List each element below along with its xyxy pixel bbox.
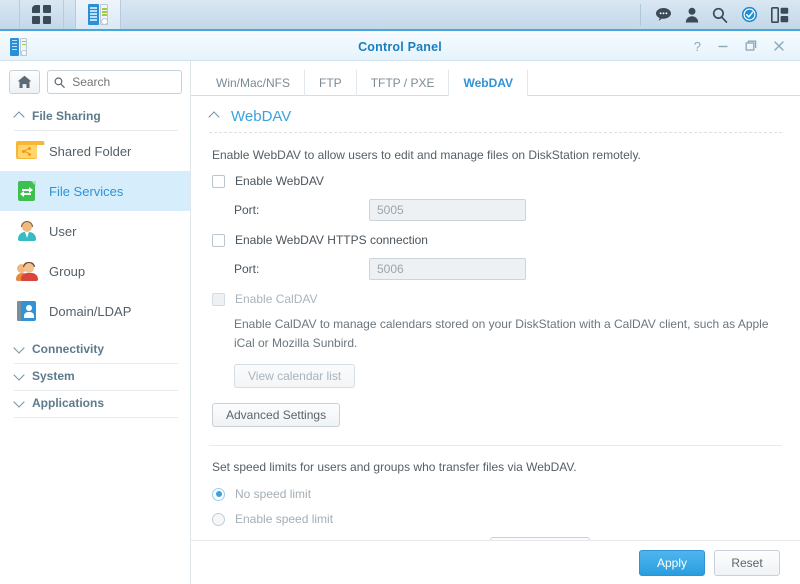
sidebar-item-label: User [49,223,77,239]
group-icon [16,260,38,282]
search-input[interactable] [70,74,175,90]
sidebar-group-applications[interactable]: Applications [14,391,178,418]
webdav-port-row: Port: [209,199,782,221]
view-calendar-list-button[interactable]: View calendar list [234,364,356,389]
enable-webdav-https-label: Enable WebDAV HTTPS connection [235,233,428,247]
sidebar-item-shared-folder[interactable]: Shared Folder [0,131,190,171]
sidebar-item-label: Domain/LDAP [49,303,132,319]
tab-webdav[interactable]: WebDAV [449,70,529,97]
minimize-button[interactable] [717,40,729,54]
sidebar-item-user[interactable]: User [0,211,190,251]
webdav-https-port-label: Port: [234,262,260,276]
window-titlebar[interactable]: Control Panel ? [0,33,800,61]
user-icon [16,220,38,242]
notifications-icon[interactable] [655,7,672,23]
support-icon[interactable] [741,6,758,23]
maximize-button[interactable] [745,40,757,54]
widgets-icon[interactable] [771,6,789,23]
tab-ftp[interactable]: FTP [305,70,357,96]
window-controls: ? [694,40,800,54]
sidebar-item-file-services[interactable]: File Services [0,171,190,211]
sidebar-group-label: System [32,368,75,383]
chevron-up-icon [209,110,222,123]
caldav-hint: Enable CalDAV to manage calendars stored… [234,317,769,350]
apply-button[interactable]: Apply [639,549,705,576]
shared-folder-icon [16,140,45,162]
sidebar-group-label: Connectivity [32,341,105,356]
desktop-taskbar [0,0,800,31]
search-icon [54,76,65,88]
search-icon[interactable] [712,7,728,23]
webdav-port-label: Port: [234,203,260,217]
section-header-webdav[interactable]: WebDAV [209,108,782,133]
enable-webdav-https-checkbox[interactable] [212,233,225,247]
sidebar-group-label: File Sharing [32,108,101,123]
home-button[interactable] [9,70,40,94]
taskbar-tray [640,3,800,26]
sidebar-item-label: File Services [49,183,124,199]
sidebar-group-label: Applications [32,395,105,410]
sidebar-toolbar [0,70,190,94]
sidebar: File Sharing Shared Folder File Services [0,61,191,584]
tab-bar: Win/Mac/NFS FTP TFTP / PXE WebDAV [191,69,800,97]
taskbar-app-control-panel[interactable] [75,0,121,29]
no-speed-limit-row[interactable]: No speed limit [209,487,782,501]
sidebar-item-label: Shared Folder [49,143,132,159]
enable-webdav-label: Enable WebDAV [235,174,324,188]
grid-apps-icon [32,5,51,24]
main-menu-button[interactable] [19,0,64,29]
webdav-https-port-input[interactable] [369,258,526,280]
home-icon [17,75,32,88]
enable-webdav-https-row[interactable]: Enable WebDAV HTTPS connection [209,233,782,247]
enable-caldav-label: Enable CalDAV [235,292,318,306]
control-panel-icon [88,4,108,25]
no-speed-limit-label: No speed limit [235,487,312,502]
speed-limit-description: Set speed limits for users and groups wh… [212,460,577,475]
search-box[interactable] [47,70,182,94]
file-services-icon [16,180,38,202]
window-title: Control Panel [358,39,442,54]
enable-speed-limit-radio[interactable] [212,512,225,526]
enable-caldav-checkbox[interactable] [212,292,225,306]
chevron-down-icon [14,370,25,381]
close-button[interactable] [773,40,785,54]
sidebar-item-group[interactable]: Group [0,251,190,291]
webdav-https-port-row: Port: [209,258,782,280]
enable-webdav-checkbox[interactable] [212,174,225,188]
sidebar-item-label: Group [49,263,86,279]
chevron-down-icon [14,343,25,354]
user-menu-icon[interactable] [685,7,699,23]
sidebar-group-file-sharing[interactable]: File Sharing [14,104,178,131]
chevron-down-icon [14,397,25,408]
enable-webdav-row[interactable]: Enable WebDAV [209,174,782,188]
tab-win-mac-nfs[interactable]: Win/Mac/NFS [202,70,306,96]
sidebar-group-system[interactable]: System [14,364,178,391]
control-panel-window: Control Panel ? Search File Sharing Shar… [0,33,800,584]
action-footer: Apply Reset [191,540,800,584]
sidebar-group-connectivity[interactable]: Connectivity [14,337,178,364]
webdav-description: Enable WebDAV to allow users to edit and… [212,148,641,162]
chevron-up-icon [14,110,25,121]
tab-tftp-pxe[interactable]: TFTP / PXE [357,70,450,96]
no-speed-limit-radio[interactable] [212,487,225,501]
domain-ldap-icon [16,300,38,322]
advanced-settings-button[interactable]: Advanced Settings [212,403,341,428]
main-panel: Win/Mac/NFS FTP TFTP / PXE WebDAV WebDAV… [191,61,800,584]
help-button[interactable]: ? [694,40,701,53]
enable-speed-limit-label: Enable speed limit [235,512,334,527]
enable-speed-limit-row[interactable]: Enable speed limit [209,512,782,526]
enable-caldav-row[interactable]: Enable CalDAV [209,292,782,306]
sidebar-item-domain-ldap[interactable]: Domain/LDAP [0,291,190,331]
section-title: WebDAV [231,108,292,125]
webdav-settings-content: WebDAV Enable WebDAV to allow users to e… [191,96,800,584]
section-divider [209,445,782,447]
webdav-port-input[interactable] [369,199,526,221]
reset-button[interactable]: Reset [714,549,780,576]
